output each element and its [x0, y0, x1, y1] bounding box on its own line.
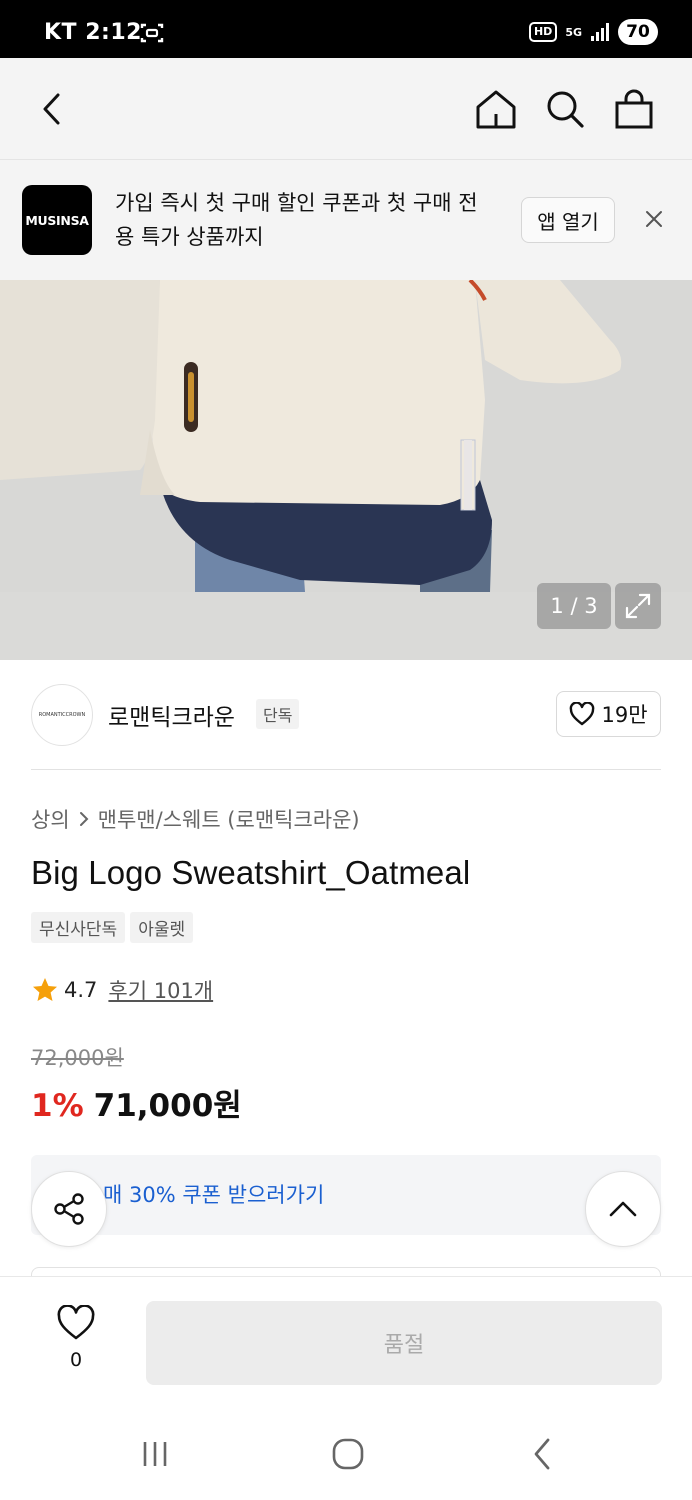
chevron-up-icon: [609, 1201, 637, 1217]
heart-icon: [570, 702, 595, 726]
original-price: 72,000원: [31, 1046, 124, 1070]
cart-button[interactable]: [611, 86, 657, 132]
soldout-button[interactable]: 품절: [146, 1301, 662, 1385]
back-icon: [43, 93, 60, 125]
breadcrumb-subcategory[interactable]: 맨투맨/스웨트 (로맨틱크라운): [98, 804, 360, 834]
purchase-bar: 0 품절: [0, 1276, 692, 1406]
wish-button[interactable]: 0: [52, 1304, 100, 1371]
carrier-time: KT 2:12: [44, 20, 142, 45]
image-counter: 1 / 3: [537, 583, 611, 629]
expand-icon: [625, 593, 651, 619]
tag-outlet: 아울렛: [130, 912, 194, 943]
home-circle-icon: [332, 1438, 364, 1470]
product-rating: 4.7 후기 101개: [31, 975, 213, 1005]
product-tags: 무신사단독 아울렛: [31, 912, 194, 943]
battery-indicator: 70: [618, 19, 658, 45]
home-nav-button[interactable]: [328, 1434, 368, 1474]
close-icon: [646, 211, 662, 227]
shopping-bag-icon: [615, 89, 653, 129]
signal-icon: [591, 23, 609, 41]
back-button[interactable]: [30, 86, 76, 132]
network-5g-icon: 5G: [565, 25, 582, 39]
recent-apps-icon: [143, 1442, 167, 1466]
home-icon: [476, 90, 516, 129]
divider: [31, 769, 661, 770]
share-button[interactable]: [31, 1171, 107, 1247]
expand-image-button[interactable]: [615, 583, 661, 629]
top-navigation: [0, 58, 692, 160]
banner-message: 가입 즉시 첫 구매 할인 쿠폰과 첫 구매 전용 특가 상품까지: [115, 191, 478, 249]
brand-like-count: 19만: [601, 703, 648, 727]
brand-logo[interactable]: ROMANTICCROWN: [31, 684, 93, 746]
system-navigation-bar: [0, 1406, 692, 1500]
banner-close-button[interactable]: [640, 205, 668, 233]
brand-like-button[interactable]: 19만: [556, 691, 661, 737]
recent-apps-button[interactable]: [135, 1434, 175, 1474]
tag-exclusive: 무신사단독: [31, 912, 126, 943]
heart-icon: [57, 1304, 95, 1340]
breadcrumb-category[interactable]: 상의: [31, 804, 70, 834]
star-icon: [33, 978, 57, 1001]
coupon-text: 매 30% 쿠폰 받으러가기: [103, 1183, 325, 1207]
status-bar: KT 2:12 HD 5G 70: [0, 0, 692, 58]
back-nav-icon: [534, 1438, 550, 1470]
chevron-right-icon: [79, 812, 89, 826]
brand-name[interactable]: 로맨틱크라운: [108, 698, 235, 732]
product-image-carousel[interactable]: 1 / 3: [0, 280, 692, 660]
screenshot-icon: [140, 23, 164, 43]
discount-rate: 1%: [31, 1088, 84, 1124]
hd-voice-icon: HD: [528, 22, 558, 42]
rating-score: 4.7: [64, 978, 98, 1002]
sale-price: 71,000원: [93, 1088, 242, 1124]
wish-count: 0: [69, 1349, 83, 1371]
product-title: Big Logo Sweatshirt_Oatmeal: [31, 854, 471, 891]
coupon-banner[interactable]: 매 30% 쿠폰 받으러가기: [31, 1155, 661, 1235]
breadcrumb: 상의 맨투맨/스웨트 (로맨틱크라운): [31, 804, 360, 834]
status-indicators: HD 5G 70: [528, 18, 658, 46]
price-row: 1% 71,000원: [31, 1080, 242, 1125]
home-button[interactable]: [473, 86, 519, 132]
app-install-banner: MUSINSA 가입 즉시 첫 구매 할인 쿠폰과 첫 구매 전용 특가 상품까…: [0, 160, 692, 280]
search-button[interactable]: [542, 86, 588, 132]
brand-exclusive-badge: 단독: [256, 699, 300, 729]
search-icon: [547, 91, 584, 128]
open-app-button[interactable]: 앱 열기: [521, 197, 615, 243]
scroll-top-button[interactable]: [585, 1171, 661, 1247]
share-icon: [54, 1193, 84, 1225]
musinsa-logo: MUSINSA: [22, 185, 92, 255]
back-nav-button[interactable]: [523, 1434, 563, 1474]
reviews-link[interactable]: 후기 101개: [108, 975, 213, 1005]
